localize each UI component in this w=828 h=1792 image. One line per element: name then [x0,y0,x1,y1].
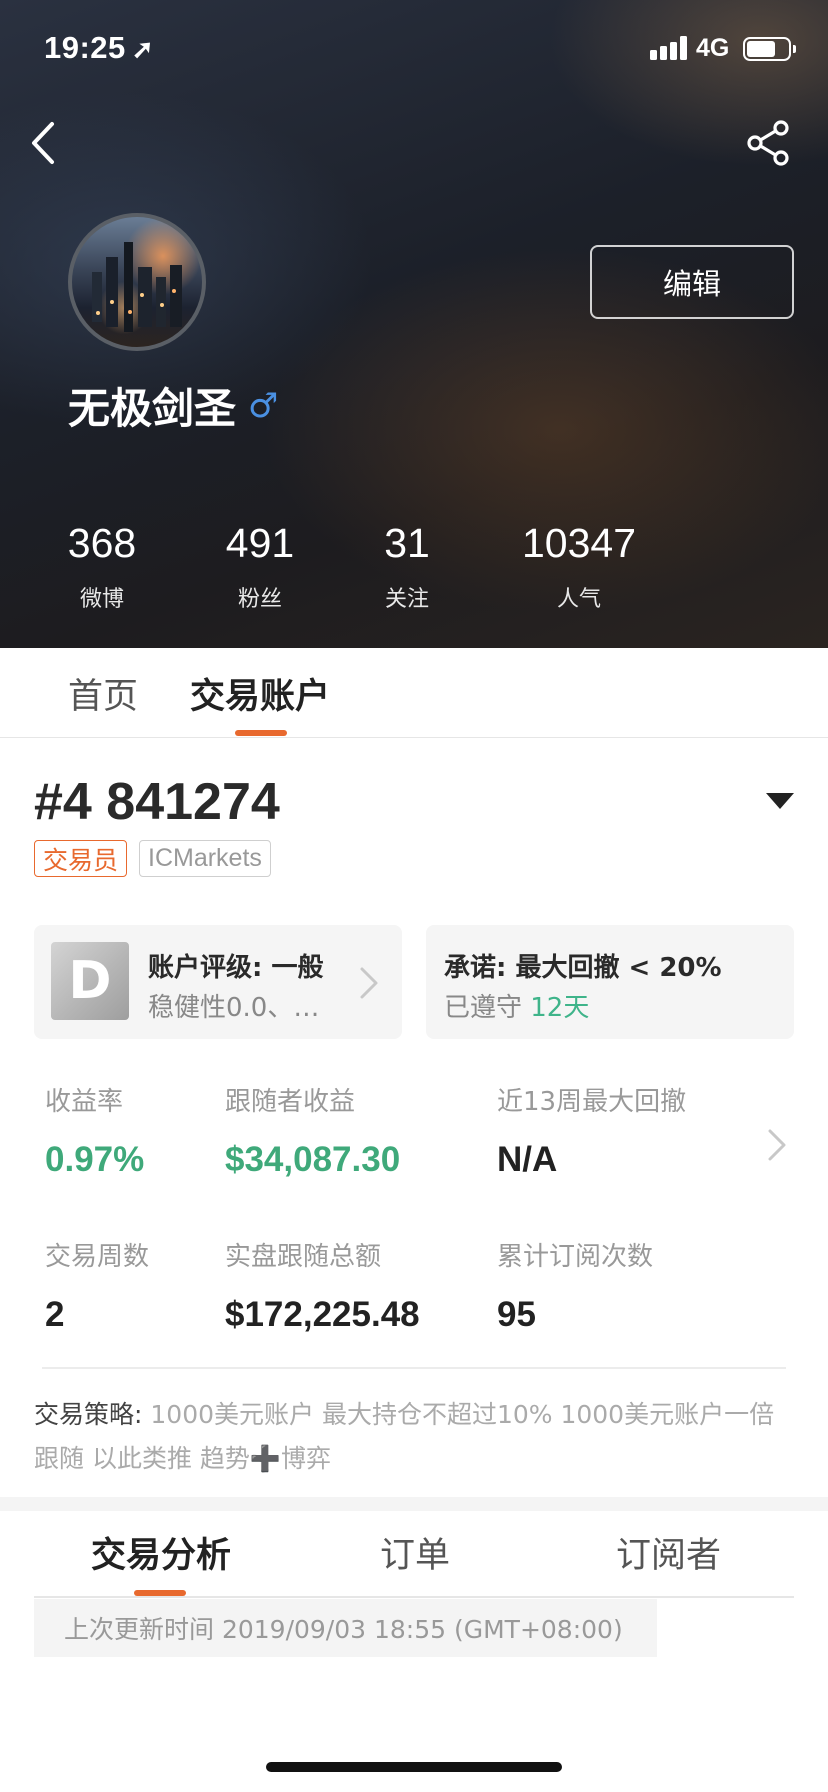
account-title: #4 841274 [34,773,280,831]
metric-label: 交易周数 [45,1242,150,1272]
share-button[interactable] [744,118,794,168]
male-gender-icon: ♂ [248,385,279,426]
back-button[interactable] [26,118,66,168]
promise-days: 12天 [530,993,590,1023]
last-update-text: 上次更新时间 2019/09/03 18:55 (GMT+08:00) [64,1615,623,1644]
status-time-text: 19:25 [44,30,126,65]
rating-subtitle: 稳健性0.0、… [148,993,320,1023]
metric-value: N/A [497,1140,558,1179]
metric-total-follow-amount: 实盘跟随总额 $172,225.48 [225,1236,420,1335]
status-time: 19:25 ➚ [44,30,154,66]
profile-tabs: 首页 交易账户 [0,648,828,738]
metric-follower-profit: 跟随者收益 $34,087.30 [225,1081,400,1180]
stat-value: 491 [225,520,295,566]
metric-label: 近13周最大回撤 [497,1087,687,1117]
metric-trading-weeks: 交易周数 2 [45,1236,149,1335]
metric-return-rate: 收益率 0.97% [45,1081,144,1180]
stat-label: 关注 [384,587,429,612]
chevron-right-icon [360,967,378,999]
account-rating-card[interactable]: D 账户评级: 一般 稳健性0.0、… [34,925,402,1039]
grade-badge: D [51,942,129,1020]
location-arrow-icon: ➚ [131,34,155,64]
stat-label: 微博 [79,587,124,612]
tab-home[interactable]: 首页 [68,668,138,719]
stat-weibo[interactable]: 368 微博 [22,520,182,613]
metric-max-drawdown: 近13周最大回撤 N/A [497,1081,686,1180]
profile-header: 19:25 ➚ 4G 编辑 无极剑圣 ♂ 368 微博 491 粉丝 31 关注… [0,0,828,648]
stat-value: 10347 [521,520,636,566]
home-indicator[interactable] [266,1762,562,1772]
rating-title: 账户评级: 一般 [148,953,324,983]
last-update-bar: 上次更新时间 2019/09/03 18:55 (GMT+08:00) [34,1599,657,1657]
username: 无极剑圣 ♂ [68,375,279,436]
strategy-text: 1000美元账户 最大持仓不超过10% 1000美元账户一倍跟随 以此类推 趋势… [34,1400,775,1473]
metric-subscription-count: 累计订阅次数 95 [497,1236,653,1335]
metric-value: $34,087.30 [225,1140,401,1179]
chevron-right-icon[interactable] [764,1125,790,1165]
stat-followers[interactable]: 491 粉丝 [180,520,340,613]
username-text: 无极剑圣 [68,384,237,433]
stat-value: 368 [67,520,137,566]
trader-badge: 交易员 [34,840,128,877]
stat-label: 人气 [556,587,601,612]
metric-value: 2 [45,1295,65,1334]
metric-label: 跟随者收益 [225,1087,356,1117]
tab-active-indicator [235,730,287,736]
network-type: 4G [696,34,730,62]
share-icon [747,120,789,166]
battery-icon [743,37,796,61]
tab-subscribers[interactable]: 订阅者 [616,1527,721,1578]
caret-down-icon[interactable] [766,793,794,809]
stat-value: 31 [384,520,430,566]
section-gap [0,1497,828,1511]
stat-label: 粉丝 [237,587,282,612]
tab-trading-account[interactable]: 交易账户 [190,668,330,719]
metric-label: 累计订阅次数 [497,1242,654,1272]
metric-value: $172,225.48 [225,1295,420,1334]
stat-following[interactable]: 31 关注 [327,520,487,613]
broker-badge: ICMarkets [139,840,271,877]
edit-profile-button[interactable]: 编辑 [590,245,794,319]
promise-card[interactable]: 承诺: 最大回撤 < 20% 已遵守 12天 [426,925,794,1039]
metric-value: 95 [497,1295,536,1334]
tab-orders[interactable]: 订单 [380,1527,450,1578]
section-divider [42,1367,786,1369]
chevron-left-icon [32,122,54,164]
city-skyline-image [92,242,182,332]
trading-strategy: 交易策略: 1000美元账户 最大持仓不超过10% 1000美元账户一倍跟随 以… [34,1393,799,1481]
signal-icon [650,36,688,60]
promise-title: 承诺: 最大回撤 < 20% [444,953,722,983]
promise-subtitle-prefix: 已遵守 [444,993,531,1023]
tab-trading-analysis[interactable]: 交易分析 [91,1527,231,1578]
metric-label: 实盘跟随总额 [225,1242,382,1272]
tab-underline [34,1596,794,1598]
metric-label: 收益率 [45,1087,124,1117]
metric-value: 0.97% [45,1140,145,1179]
avatar[interactable] [68,213,206,351]
stat-popularity: 10347 人气 [499,520,659,613]
strategy-label: 交易策略: [34,1400,143,1429]
promise-subtitle: 已遵守 12天 [444,987,589,1024]
